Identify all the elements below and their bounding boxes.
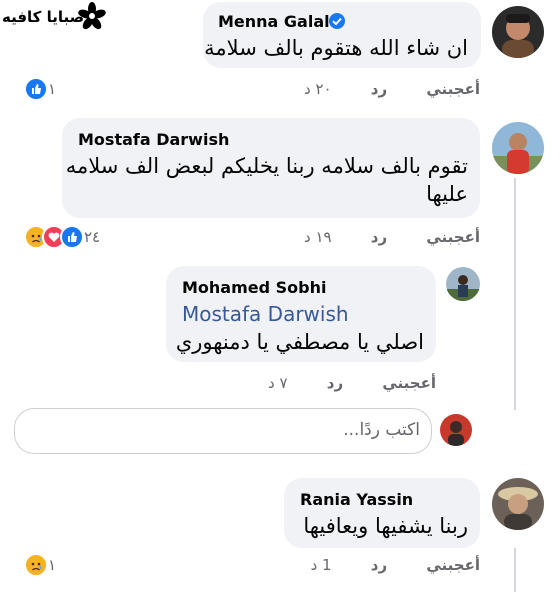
comment-time[interactable]: ٢٠ د [304, 80, 332, 98]
reactions-summary[interactable]: ٢٤ [24, 225, 106, 249]
reaction-count: ٢٤ [84, 228, 101, 246]
like-link[interactable]: أعجبني [426, 80, 480, 98]
like-link[interactable]: أعجبني [382, 374, 436, 392]
like-link[interactable]: أعجبني [426, 556, 480, 574]
avatar[interactable] [446, 267, 480, 301]
comment-time[interactable]: ٧ د [268, 374, 288, 392]
watermark-logo: صبايا كافيه [2, 2, 106, 32]
reaction-count: ١ [48, 80, 57, 98]
reply-link[interactable]: رد [371, 80, 387, 98]
mention-link[interactable]: Mostafa Darwish [182, 302, 349, 326]
reaction-count: ١ [48, 556, 57, 574]
avatar[interactable] [492, 122, 544, 174]
comment-author[interactable]: Mohamed Sobhi [182, 278, 327, 297]
reply-link[interactable]: رد [371, 228, 387, 246]
like-icon [24, 77, 48, 101]
comment-time[interactable]: 1 د [311, 556, 332, 574]
comment-text: تقوم بالف سلامه ربنا يخليكم لبعض الف سلا… [65, 154, 468, 178]
reactions-summary[interactable]: ١ [24, 77, 62, 101]
like-icon [60, 225, 84, 249]
comment-author[interactable]: Menna Galal [218, 12, 330, 31]
comment-actions: أعجبني رد ١٩ د [304, 228, 480, 246]
comment-text: عليها [426, 182, 468, 206]
verified-badge-icon [328, 12, 346, 34]
like-link[interactable]: أعجبني [426, 228, 480, 246]
comment-author[interactable]: Rania Yassin [300, 490, 413, 509]
comment-actions: أعجبني رد ٢٠ د [304, 80, 480, 98]
thread-line [514, 178, 516, 410]
avatar[interactable] [492, 478, 544, 530]
reply-placeholder: اكتب ردًا... [343, 420, 420, 440]
sad-icon [24, 553, 48, 577]
comment-author[interactable]: Mostafa Darwish [78, 130, 229, 149]
reply-link[interactable]: رد [371, 556, 387, 574]
comment-actions: أعجبني رد 1 د [311, 556, 480, 574]
watermark-text: صبايا كافيه [2, 8, 85, 26]
current-user-avatar [440, 414, 472, 446]
comment-text: ان شاء الله هتقوم بالف سلامة [204, 36, 468, 60]
avatar[interactable] [492, 6, 544, 58]
comment-text: ربنا يشفيها ويعافيها [303, 514, 468, 538]
thread-line-tail [514, 548, 516, 592]
comment-text: اصلي يا مصطفي يا دمنهوري [175, 330, 424, 354]
reply-link[interactable]: رد [327, 374, 343, 392]
reactions-summary[interactable]: ١ [24, 553, 62, 577]
comment-actions: أعجبني رد ٧ د [268, 374, 436, 392]
comment-time[interactable]: ١٩ د [304, 228, 332, 246]
